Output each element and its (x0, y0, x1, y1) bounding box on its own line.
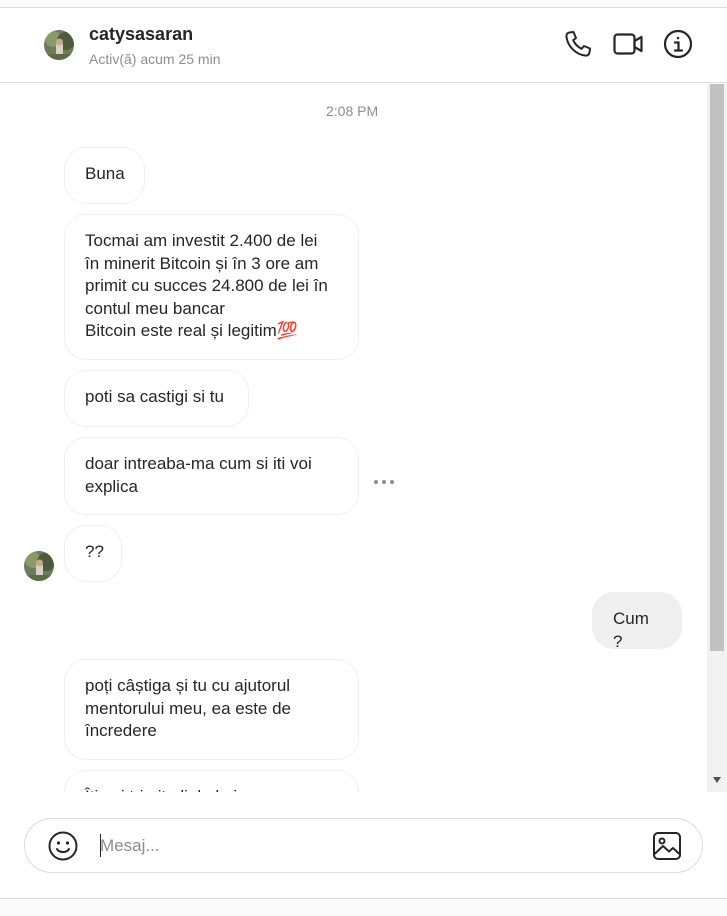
window-bottom-strip (0, 898, 727, 916)
message-thread[interactable]: 2:08 PM Buna Tocmai am investit 2.400 de… (0, 84, 707, 792)
message-bubble[interactable]: poți câștiga și tu cu ajutorul mentorulu… (64, 659, 359, 760)
my-message-bubble[interactable]: Cum ? (592, 592, 682, 651)
window-top-strip (0, 0, 727, 8)
scrollbar-thumb[interactable] (710, 84, 724, 651)
activity-status: Activ(ă) acum 25 min (89, 51, 221, 67)
message-composer (24, 818, 703, 873)
image-upload-icon[interactable] (652, 831, 682, 861)
scroll-down-arrow-icon[interactable] (712, 776, 722, 784)
info-icon[interactable] (662, 28, 694, 60)
video-call-icon[interactable] (612, 28, 644, 60)
avatar[interactable] (44, 30, 74, 60)
message-bubble[interactable]: Îți voi trimite linkul ei (64, 770, 359, 792)
more-horizontal-icon[interactable] (373, 474, 395, 484)
thread-scrollbar[interactable] (707, 84, 727, 792)
message-bubble[interactable]: Buna (64, 147, 145, 204)
message-bubble[interactable]: ?? (64, 525, 122, 582)
message-input[interactable] (100, 832, 640, 860)
conversation-username[interactable]: catysasaran (89, 24, 193, 45)
phone-call-icon[interactable] (562, 28, 594, 60)
message-bubble[interactable]: Tocmai am investit 2.400 de lei în miner… (64, 214, 359, 360)
sender-avatar[interactable] (24, 551, 54, 581)
emoji-icon[interactable] (47, 830, 79, 862)
message-bubble[interactable]: doar intreaba-ma cum si iti voi explica (64, 437, 359, 515)
conversation-header: catysasaran Activ(ă) acum 25 min (0, 8, 727, 83)
message-bubble[interactable]: poti sa castigi si tu (64, 370, 249, 427)
